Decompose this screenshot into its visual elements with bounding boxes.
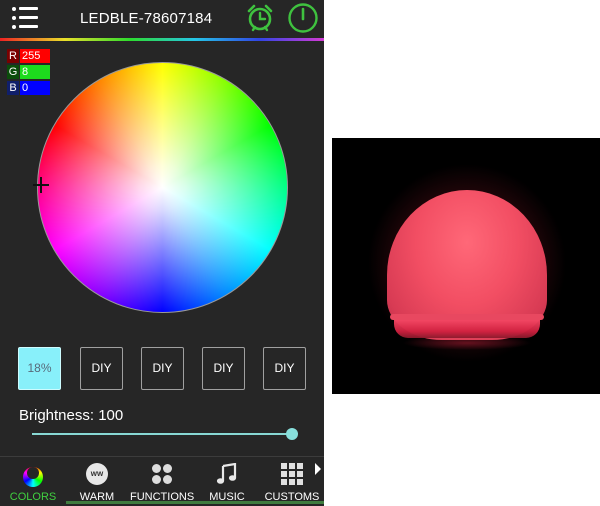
top-bar: LEDBLE-78607184 <box>0 0 324 38</box>
brightness-slider-thumb[interactable] <box>286 428 298 440</box>
blue-label: B <box>7 81 19 95</box>
brightness-label: Brightness: 100 <box>19 407 124 424</box>
chevron-right-icon[interactable] <box>314 462 322 476</box>
rgb-red-readout: R 255 <box>7 49 50 63</box>
nav-tab-customs[interactable]: CUSTOMS <box>262 457 322 506</box>
alarm-clock-icon[interactable] <box>245 3 275 33</box>
device-title: LEDBLE-78607184 <box>80 10 213 27</box>
preset-button-diy-3[interactable]: DIY <box>202 347 245 390</box>
bottom-nav: COLORS ww WARM FUNCTIONS MUSIC CUSTOMS <box>0 456 324 506</box>
brightness-slider-track[interactable] <box>32 433 292 435</box>
power-icon[interactable] <box>287 2 319 34</box>
rgb-green-readout: G 8 <box>7 65 50 79</box>
green-value: 8 <box>20 65 50 79</box>
nav-tab-colors-label: COLORS <box>9 491 57 503</box>
preset-button-1[interactable]: 18% <box>18 347 61 390</box>
color-wheel-icon <box>22 463 44 487</box>
green-label: G <box>7 65 19 79</box>
warm-icon-text: ww <box>86 463 108 485</box>
led-controller-app: LEDBLE-78607184 R 255 G 8 B 0 18% DIY DI… <box>0 0 324 506</box>
preset-button-diy-2[interactable]: DIY <box>141 347 184 390</box>
rainbow-divider <box>0 38 324 41</box>
red-label: R <box>7 49 19 63</box>
nav-tab-music[interactable]: MUSIC <box>198 457 256 506</box>
menu-list-icon[interactable] <box>12 6 38 30</box>
nav-tab-warm[interactable]: ww WARM <box>67 457 127 506</box>
music-note-icon <box>216 462 238 485</box>
color-wheel[interactable] <box>37 62 288 313</box>
customs-grid-icon <box>281 463 303 485</box>
nav-tab-colors[interactable]: COLORS <box>3 457 63 506</box>
rgb-blue-readout: B 0 <box>7 81 50 95</box>
blue-value: 0 <box>20 81 50 95</box>
red-value: 255 <box>20 49 50 63</box>
warm-ww-icon: ww <box>86 463 108 485</box>
bulb-photo <box>332 138 600 394</box>
functions-dots-icon <box>151 463 173 485</box>
preset-button-diy-1[interactable]: DIY <box>80 347 123 390</box>
preset-button-diy-4[interactable]: DIY <box>263 347 306 390</box>
nav-underline <box>66 501 324 504</box>
bulb-rim <box>390 314 544 320</box>
nav-tab-functions[interactable]: FUNCTIONS <box>130 457 194 506</box>
